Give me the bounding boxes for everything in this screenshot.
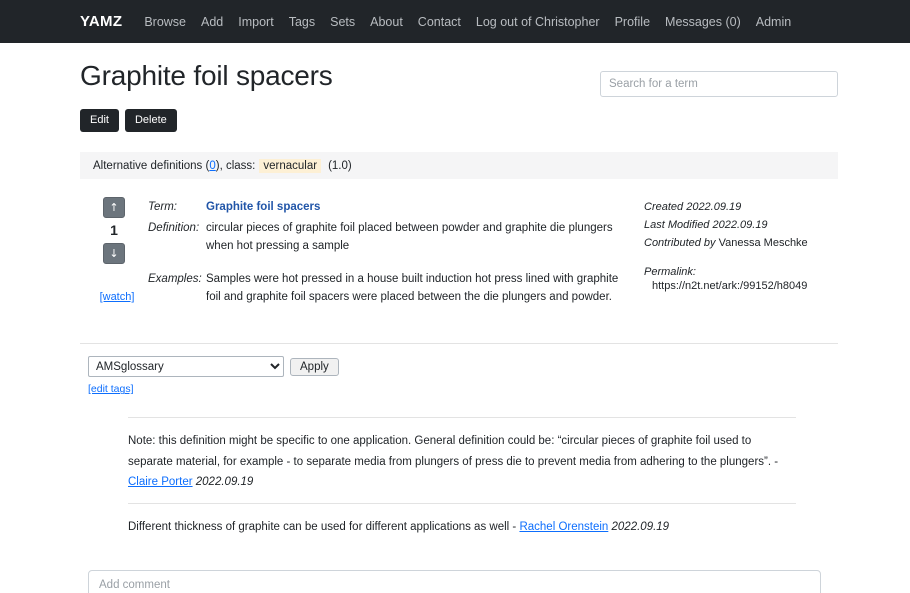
comment-text: Note: this definition might be specific … bbox=[128, 435, 779, 468]
term-label: Term: bbox=[148, 201, 177, 214]
contributor-line: Contributed by Vanessa Meschke bbox=[644, 235, 838, 253]
search-input[interactable] bbox=[600, 71, 838, 97]
nav-link-profile[interactable]: Profile bbox=[615, 15, 650, 29]
section-divider bbox=[80, 343, 838, 345]
nav-link-messages[interactable]: Messages (0) bbox=[665, 15, 741, 29]
term-row: Term: Graphite foil spacers bbox=[148, 199, 638, 217]
definition-label: Definition: bbox=[148, 222, 200, 235]
comment-textarea[interactable] bbox=[88, 569, 821, 593]
delete-button[interactable]: Delete bbox=[124, 109, 177, 133]
class-score: (1.0) bbox=[328, 159, 352, 172]
alternative-definitions-bar: Alternative definitions (0), class: vern… bbox=[80, 152, 838, 180]
nav-link-contact[interactable]: Contact bbox=[418, 15, 461, 29]
comment-date: 2022.09.19 bbox=[195, 475, 254, 488]
nav-link-add[interactable]: Add bbox=[201, 15, 223, 29]
created-line: Created 2022.09.19 bbox=[644, 199, 838, 217]
watch-link[interactable]: [watch] bbox=[100, 291, 135, 303]
comment-item: Different thickness of graphite can be u… bbox=[128, 502, 796, 548]
nav-link-tags[interactable]: Tags bbox=[289, 15, 315, 29]
upvote-arrow-icon[interactable]: ↑ bbox=[103, 197, 125, 219]
comment-item: Note: this definition might be specific … bbox=[128, 417, 796, 502]
comment-date: 2022.09.19 bbox=[611, 520, 670, 533]
top-navbar: YAMZ Browse Add Import Tags Sets About C… bbox=[0, 0, 910, 43]
metadata-column: Created 2022.09.19 Last Modified 2022.09… bbox=[638, 197, 838, 309]
nav-link-sets[interactable]: Sets bbox=[330, 15, 355, 29]
examples-label: Examples: bbox=[148, 272, 202, 285]
action-buttons: Edit Delete bbox=[80, 109, 838, 133]
nav-links: Browse Add Import Tags Sets About Contac… bbox=[144, 15, 791, 29]
nav-link-admin[interactable]: Admin bbox=[756, 15, 791, 29]
vote-column: ↑ 1 ↓ [watch] bbox=[88, 197, 140, 309]
contributed-label: Contributed by bbox=[644, 237, 716, 250]
modified-value: 2022.09.19 bbox=[712, 219, 768, 232]
comment-text: Different thickness of graphite can be u… bbox=[128, 520, 517, 533]
nav-link-import[interactable]: Import bbox=[238, 15, 273, 29]
brand-logo[interactable]: YAMZ bbox=[80, 13, 122, 30]
modified-line: Last Modified 2022.09.19 bbox=[644, 217, 838, 235]
edit-tags-link[interactable]: [edit tags] bbox=[88, 383, 838, 395]
apply-button[interactable]: Apply bbox=[290, 357, 339, 376]
definition-main: Term: Graphite foil spacers Definition: … bbox=[140, 197, 638, 309]
alt-def-suffix: ), class: bbox=[215, 159, 256, 172]
vote-count: 1 bbox=[110, 222, 118, 239]
comments-list: Note: this definition might be specific … bbox=[80, 417, 838, 548]
page-title: Graphite foil spacers bbox=[80, 60, 333, 91]
tag-select[interactable]: AMSglossary bbox=[88, 356, 284, 378]
alt-def-prefix: Alternative definitions ( bbox=[93, 159, 210, 172]
modified-label: Last Modified bbox=[644, 219, 710, 232]
page-container: Graphite foil spacers Edit Delete Altern… bbox=[0, 43, 910, 593]
definition-value: circular pieces of graphite foil placed … bbox=[206, 222, 613, 253]
downvote-arrow-icon[interactable]: ↓ bbox=[103, 243, 125, 265]
comment-author-link[interactable]: Claire Porter bbox=[128, 476, 193, 488]
contributor-name: Vanessa Meschke bbox=[718, 237, 808, 250]
nav-link-logout[interactable]: Log out of Christopher bbox=[476, 15, 600, 29]
nav-link-browse[interactable]: Browse bbox=[144, 15, 186, 29]
row-spacer bbox=[148, 259, 638, 271]
edit-button[interactable]: Edit bbox=[80, 109, 119, 133]
comment-form: Comment bbox=[80, 569, 838, 593]
permalink-label: Permalink: bbox=[644, 265, 696, 278]
term-value[interactable]: Graphite foil spacers bbox=[206, 199, 320, 217]
definition-row: Definition: circular pieces of graphite … bbox=[148, 220, 638, 256]
created-value: 2022.09.19 bbox=[686, 201, 742, 214]
permalink-url[interactable]: https://n2t.net/ark:/99152/h8049 bbox=[644, 278, 838, 296]
examples-value: Samples were hot pressed in a house buil… bbox=[206, 272, 619, 303]
examples-row: Examples: Samples were hot pressed in a … bbox=[148, 271, 638, 307]
comment-author-link[interactable]: Rachel Orenstein bbox=[519, 521, 608, 533]
tag-row: AMSglossary Apply bbox=[80, 356, 838, 378]
nav-link-about[interactable]: About bbox=[370, 15, 403, 29]
title-row: Graphite foil spacers bbox=[80, 43, 838, 97]
class-badge: vernacular bbox=[259, 158, 322, 173]
created-label: Created bbox=[644, 201, 684, 214]
definition-block: ↑ 1 ↓ [watch] Term: Graphite foil spacer… bbox=[80, 197, 838, 309]
